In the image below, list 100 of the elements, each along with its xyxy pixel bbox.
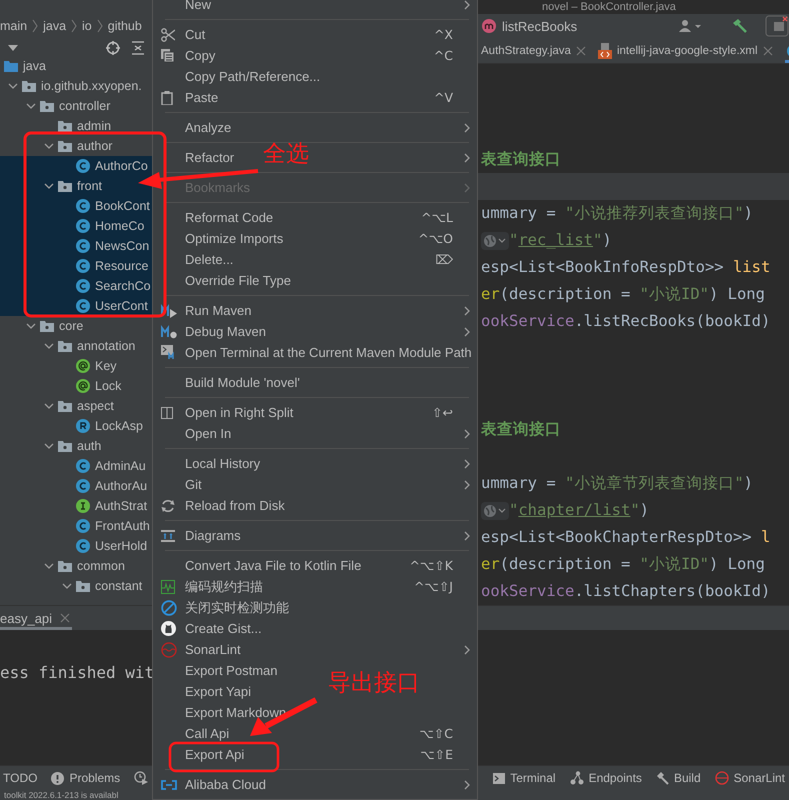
- tool-window-button[interactable]: Endpoints: [570, 771, 642, 785]
- menu-item[interactable]: Refactor: [161, 147, 234, 168]
- tool-window-button[interactable]: Build: [656, 771, 701, 785]
- menu-item[interactable]: Open In: [161, 423, 232, 444]
- menu-item[interactable]: Build Module 'novel': [161, 372, 300, 393]
- close-icon[interactable]: [576, 46, 586, 56]
- crosshair-icon[interactable]: [106, 41, 120, 55]
- code-line: "chapter/list"): [509, 500, 650, 521]
- breadcrumb-item[interactable]: main: [0, 19, 28, 33]
- menu-item[interactable]: Convert Java File to Kotlin File: [161, 555, 362, 576]
- chevron-down-icon[interactable]: [44, 183, 54, 189]
- user-menu-icon[interactable]: [679, 19, 701, 34]
- console-output: ess finished wit: [0, 663, 154, 682]
- chevron-down-icon[interactable]: [44, 343, 54, 349]
- tool-window-button[interactable]: SonarLint: [714, 771, 785, 785]
- editor-tab[interactable]: intellij-java-google-style.xml: [598, 38, 779, 63]
- shortcut-label: ^C: [434, 48, 453, 63]
- method-breadcrumb[interactable]: listRecBooks: [502, 18, 578, 34]
- annotation-label: 导出接口: [328, 672, 420, 695]
- editor-tab[interactable]: AuthStrategy.java: [481, 38, 592, 63]
- menu-item[interactable]: Open in Right Split: [161, 402, 294, 423]
- tree-item[interactable]: FrontAuth: [0, 516, 152, 536]
- menu-item[interactable]: Create Gist...: [161, 618, 262, 639]
- chevron-down-icon[interactable]: [62, 583, 72, 589]
- menu-item[interactable]: Paste: [161, 87, 218, 108]
- chevron-down-icon[interactable]: [44, 563, 54, 569]
- menu-item[interactable]: Git: [161, 474, 202, 495]
- tree-item[interactable]: admin: [0, 116, 152, 136]
- tree-item[interactable]: front: [0, 176, 152, 196]
- menu-item[interactable]: Diagrams: [161, 525, 241, 546]
- breadcrumb-item[interactable]: java: [43, 19, 66, 33]
- tree-item[interactable]: AuthorCo: [0, 156, 152, 176]
- tool-window-button[interactable]: TODO: [3, 771, 38, 785]
- menu-item[interactable]: Export Postman: [161, 660, 278, 681]
- menu-item[interactable]: Local History: [161, 453, 260, 474]
- chevron-down-icon[interactable]: [26, 103, 36, 109]
- chevron-down-icon[interactable]: [44, 403, 54, 409]
- menu-item[interactable]: Override File Type: [161, 270, 291, 291]
- tree-item[interactable]: Resource: [0, 256, 152, 276]
- menu-item[interactable]: 关闭实时检测功能: [161, 597, 289, 618]
- chevron-down-icon[interactable]: [44, 143, 54, 149]
- chevron-down-icon[interactable]: [26, 323, 36, 329]
- clock-run-icon[interactable]: [134, 771, 148, 785]
- tree-item[interactable]: BookCont: [0, 196, 152, 216]
- menu-item[interactable]: Call Api: [161, 723, 230, 744]
- menu-item[interactable]: 编码规约扫描: [161, 576, 263, 597]
- tree-item[interactable]: Key: [0, 356, 152, 376]
- menu-item[interactable]: Cut: [161, 24, 206, 45]
- menu-item[interactable]: Export Yapi: [161, 681, 252, 702]
- menu-item[interactable]: Export Markdown: [161, 702, 286, 723]
- menu-item[interactable]: Run Maven: [161, 300, 252, 321]
- menu-item[interactable]: Reload from Disk: [161, 495, 285, 516]
- tree-item[interactable]: Lock: [0, 376, 152, 396]
- tree-item[interactable]: AuthStrat: [0, 496, 152, 516]
- window-title: novel – BookController.java: [542, 0, 676, 14]
- tree-item[interactable]: core: [0, 316, 152, 336]
- dropdown-caret-icon[interactable]: [8, 45, 18, 51]
- tree-item[interactable]: io.github.xxyopen.: [0, 76, 152, 96]
- annotation-icon: [76, 359, 90, 373]
- breadcrumb-item[interactable]: io: [82, 19, 92, 33]
- tree-item[interactable]: controller: [0, 96, 152, 116]
- menu-item[interactable]: Open Terminal at the Current Maven Module Path: [161, 342, 472, 363]
- tool-window-button[interactable]: Terminal: [493, 771, 556, 785]
- tree-item[interactable]: NewsCon: [0, 236, 152, 256]
- tree-item[interactable]: java: [0, 56, 152, 76]
- tree-item[interactable]: annotation: [0, 336, 152, 356]
- tree-item[interactable]: AuthorAu: [0, 476, 152, 496]
- collapse-all-icon[interactable]: [132, 41, 144, 55]
- tree-item[interactable]: AdminAu: [0, 456, 152, 476]
- close-icon[interactable]: [60, 613, 70, 623]
- menu-item[interactable]: Analyze: [161, 117, 232, 138]
- tree-item[interactable]: UserCont: [0, 296, 152, 316]
- tree-item[interactable]: auth: [0, 436, 152, 456]
- tool-window-button[interactable]: Problems: [51, 771, 120, 785]
- menu-item[interactable]: Alibaba Cloud: [161, 774, 266, 795]
- menu-item[interactable]: Delete...: [161, 249, 234, 270]
- tree-item[interactable]: constant: [0, 576, 152, 596]
- tree-item[interactable]: SearchCo: [0, 276, 152, 296]
- menu-item[interactable]: Reformat Code: [161, 207, 274, 228]
- chevron-down-icon[interactable]: [44, 443, 54, 449]
- menu-item[interactable]: Debug Maven: [161, 321, 266, 342]
- menu-item[interactable]: Export Api: [161, 744, 244, 765]
- menu-item[interactable]: Copy Path/Reference...: [161, 66, 320, 87]
- close-icon[interactable]: [762, 46, 773, 56]
- tree-item[interactable]: LockAsp: [0, 416, 152, 436]
- menu-item[interactable]: New: [161, 0, 212, 15]
- code-line: er(description = "小说ID") Long: [481, 554, 765, 575]
- chevron-down-icon[interactable]: [8, 83, 18, 89]
- sonar-icon: [161, 642, 177, 658]
- tree-item[interactable]: UserHold: [0, 536, 152, 556]
- menu-item[interactable]: Optimize Imports: [161, 228, 284, 249]
- breadcrumb-item[interactable]: github: [108, 19, 142, 33]
- tree-item[interactable]: HomeCo: [0, 216, 152, 236]
- window-icon[interactable]: [765, 15, 789, 38]
- menu-item[interactable]: Copy: [161, 45, 216, 66]
- tree-item[interactable]: author: [0, 136, 152, 156]
- hammer-icon[interactable]: [731, 18, 747, 34]
- menu-item[interactable]: SonarLint: [161, 639, 241, 660]
- tree-item[interactable]: aspect: [0, 396, 152, 416]
- tree-item[interactable]: common: [0, 556, 152, 576]
